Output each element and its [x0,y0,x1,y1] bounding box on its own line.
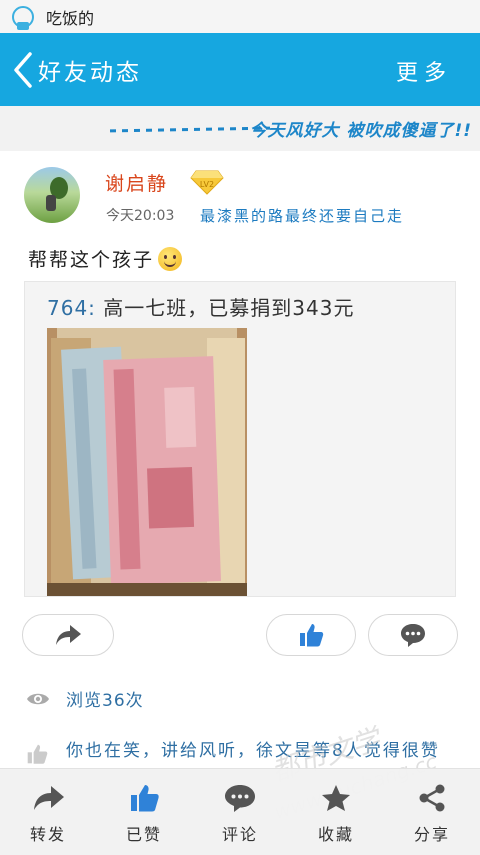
post-text: 帮帮这个孩子 [28,245,183,272]
shared-title: 764: 高一七班，已募捐到343元 [47,292,354,321]
tab-liked[interactable]: 已赞 [96,769,192,855]
eye-icon [27,693,49,704]
back-arrow-icon[interactable] [8,50,38,90]
post-actions [0,614,480,658]
tab-share[interactable]: 分享 [384,769,480,855]
shared-content[interactable]: 764: 高一七班，已募捐到343元 [24,281,456,597]
tab-comment-label: 评论 [221,825,258,844]
thumbs-up-icon [131,785,159,812]
money-box-image[interactable] [47,328,247,596]
tab-forward[interactable]: 转发 [0,769,96,855]
more-button[interactable]: 更多 [396,55,452,87]
chat-app-icon [12,5,34,30]
thumbs-up-icon [300,624,324,647]
vip-diamond-icon: LV2 [190,170,224,195]
shared-title-number: 764: [47,296,96,320]
view-count-row: 浏览36次 [26,686,144,711]
tab-share-label: 分享 [413,825,450,844]
avatar[interactable] [24,167,80,223]
share-icon [419,784,445,812]
comment-icon [225,785,255,812]
tab-favorite-label: 收藏 [317,825,354,844]
status-app-name: 吃饭的 [46,8,95,28]
post-card: 谢启静 LV2 今天20:03 最漆黑的路最终还要自己走 帮帮这个孩子 764:… [0,151,480,771]
thumbs-up-small-icon [27,744,48,764]
likes-row: 你也在笑，讲给风听，徐文昱等8人觉得很赞 [26,739,466,765]
bottom-action-bar: 转发 已赞 评论 收藏 分享 [0,768,480,855]
author-name[interactable]: 谢启静 [105,169,168,196]
tab-favorite[interactable]: 收藏 [288,769,384,855]
tab-liked-label: 已赞 [125,825,162,844]
status-bar: 吃饭的 [0,0,480,33]
tab-forward-label: 转发 [29,825,66,844]
post-time: 今天20:03 [106,208,175,224]
forward-icon [34,786,64,810]
vip-level-label: LV2 [200,180,214,189]
author-signature: 最漆黑的路最终还要自己走 [200,207,405,225]
tab-comment[interactable]: 评论 [192,769,288,855]
like-action-button[interactable] [266,614,356,656]
comment-icon [401,624,425,647]
navigation-bar: 好友动态 更多 [0,33,480,106]
forward-icon [56,625,81,645]
likes-list[interactable]: 你也在笑，讲给风听，徐文昱等8人觉得很赞 [66,739,466,763]
post-body: 帮帮这个孩子 [28,249,155,271]
view-count: 浏览36次 [66,691,144,711]
forward-action-button[interactable] [22,614,114,656]
cover-banner: 今天风好大 被吹成傻逼了!! [0,106,480,151]
banner-decoration [109,126,271,133]
star-icon [322,785,350,811]
page-title: 好友动态 [38,59,142,86]
smiley-emoji-icon [158,246,183,271]
shared-title-text: 高一七班，已募捐到343元 [103,296,355,320]
comment-action-button[interactable] [368,614,458,656]
banner-text: 今天风好大 被吹成傻逼了!! [249,121,472,141]
